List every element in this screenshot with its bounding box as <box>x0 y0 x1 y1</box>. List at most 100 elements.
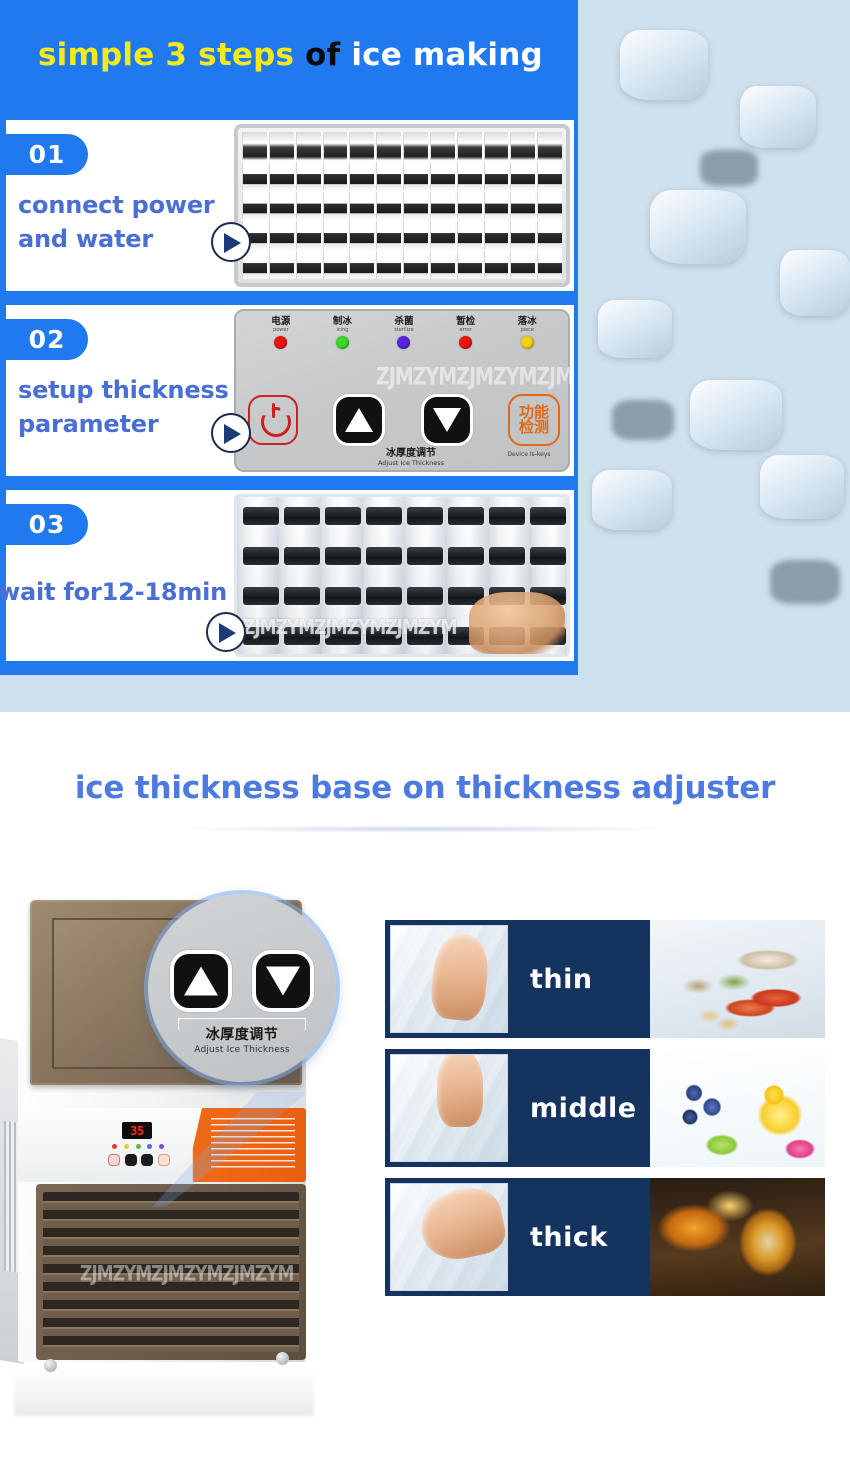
tray-cell <box>510 132 536 160</box>
ice-chunk <box>620 30 708 100</box>
tray-cell <box>376 251 401 279</box>
usage-photo-wrap <box>650 1049 825 1167</box>
ice-cube <box>284 547 320 565</box>
thickness-comparison-section: 35 ZJMZYMZJMZYMZJMZYM 冰厚度调节 Adjust Ice T… <box>0 872 850 1467</box>
thickness-label-en: Adjust Ice Thickness <box>377 459 445 467</box>
led-dot <box>274 336 288 350</box>
finger-on-ice <box>428 931 492 1023</box>
tray-cell <box>429 132 455 160</box>
machine-reflection <box>14 1368 314 1416</box>
title-subject: ice making <box>351 37 543 73</box>
callout-label-cn: 冰厚度调节 <box>205 1027 279 1043</box>
section-title: ice thickness base on thickness adjuster <box>74 770 776 806</box>
function-test-label: 功能 检测 <box>518 402 549 436</box>
ice-chunk <box>690 380 782 450</box>
tray-cell <box>295 221 321 250</box>
ice-chunk <box>592 470 672 530</box>
finger-on-thick-ice <box>390 1183 508 1291</box>
usage-photo-wrap <box>650 920 825 1038</box>
function-test-sublabel: Device Is-keys <box>507 451 551 458</box>
play-arrow-icon <box>206 612 246 652</box>
ice-shadow <box>612 400 674 440</box>
led-label-en: sterilize <box>394 326 414 333</box>
machine-function-button <box>157 1154 170 1166</box>
tray-cell <box>242 161 267 190</box>
tray-row <box>242 161 562 190</box>
led-indicator: 落冰 piece <box>499 316 555 350</box>
machine-led <box>147 1144 153 1149</box>
thickness-row: thick <box>385 1178 825 1296</box>
tray-cell <box>403 221 428 250</box>
tray-cell <box>242 132 267 160</box>
thickness-label: thick <box>530 1221 608 1253</box>
tray-cell <box>268 221 294 250</box>
tray-cell <box>483 221 509 250</box>
led-label-cn: 暂检 <box>456 316 476 327</box>
ice-mold-tray-image <box>234 124 570 287</box>
machine-power-button <box>108 1154 120 1166</box>
tray-cell <box>456 161 482 190</box>
finger-on-ice <box>437 1055 483 1127</box>
step-number-badge-3: 03 <box>6 504 88 545</box>
machine-up-button <box>124 1154 137 1166</box>
ice-cube <box>407 547 443 565</box>
ice-cube <box>448 547 484 565</box>
ice-cube <box>448 507 484 525</box>
thickness-row: middle <box>385 1049 825 1167</box>
ice-shadow <box>770 560 840 604</box>
callout-label-en: Adjust Ice Thickness <box>194 1045 290 1055</box>
led-label-cn: 落冰 <box>517 316 537 327</box>
thickness-rows: thin middle thick <box>385 872 850 1467</box>
ice-cube <box>366 587 402 605</box>
tray-cell <box>295 161 321 190</box>
tray-cell <box>268 161 294 190</box>
ice-cube <box>489 507 525 525</box>
ice-cube <box>530 507 566 525</box>
tray-cell <box>322 161 348 190</box>
tray-cell <box>456 221 482 250</box>
tray-cell <box>376 161 401 190</box>
thickness-row-bar: middle <box>385 1049 650 1167</box>
callout-label: 冰厚度调节 Adjust Ice Thickness <box>148 1024 336 1055</box>
tray-cell <box>429 221 455 250</box>
tray-cell <box>537 251 562 279</box>
tray-cell <box>429 251 455 279</box>
tray-cell <box>349 161 375 190</box>
led-label-en: power <box>273 326 289 333</box>
finger-on-thin-ice <box>390 925 508 1033</box>
tray-cell <box>510 221 536 250</box>
product-infographic: simple 3 steps of ice making 01 connect … <box>0 0 850 1467</box>
step-photo-3: ZJMZYMZJMZYMZJMZYM <box>234 494 570 657</box>
thickness-row-bar: thin <box>385 920 650 1038</box>
tray-cell <box>456 132 482 160</box>
tray-row <box>242 191 562 220</box>
machine-button-row <box>108 1154 170 1166</box>
step-card-1: 01 connect power and water <box>6 120 574 291</box>
ice-chunk <box>780 250 850 316</box>
tray-cell <box>403 251 428 279</box>
tray-cell <box>537 221 562 250</box>
tray-cell <box>295 132 321 160</box>
thickness-row: thin <box>385 920 825 1038</box>
machine-led <box>112 1144 117 1149</box>
tray-cell <box>295 191 321 220</box>
ice-cube <box>407 507 443 525</box>
finger-on-ice <box>414 1184 507 1266</box>
thickness-adjuster-callout: 冰厚度调节 Adjust Ice Thickness <box>148 894 336 1082</box>
tray-cell <box>483 161 509 190</box>
ice-cube <box>284 507 320 525</box>
header-banner: simple 3 steps of ice making <box>0 0 578 110</box>
tray-cell <box>403 132 428 160</box>
thickness-label: middle <box>530 1092 637 1124</box>
steps-section: simple 3 steps of ice making 01 connect … <box>0 0 850 712</box>
tray-cell <box>349 251 375 279</box>
ice-cube <box>530 547 566 565</box>
watermark-text: ZJMZYMZJMZYMZJMZYM <box>80 1261 294 1287</box>
ice-cube <box>489 547 525 565</box>
arrow-up-icon <box>170 950 232 1012</box>
panel-button-row: 功能 检测 <box>248 389 560 451</box>
section-heading-area: ice thickness base on thickness adjuster <box>0 712 850 872</box>
tray-cell <box>322 221 348 250</box>
ice-chunk <box>760 455 844 519</box>
tray-cell <box>268 251 294 279</box>
